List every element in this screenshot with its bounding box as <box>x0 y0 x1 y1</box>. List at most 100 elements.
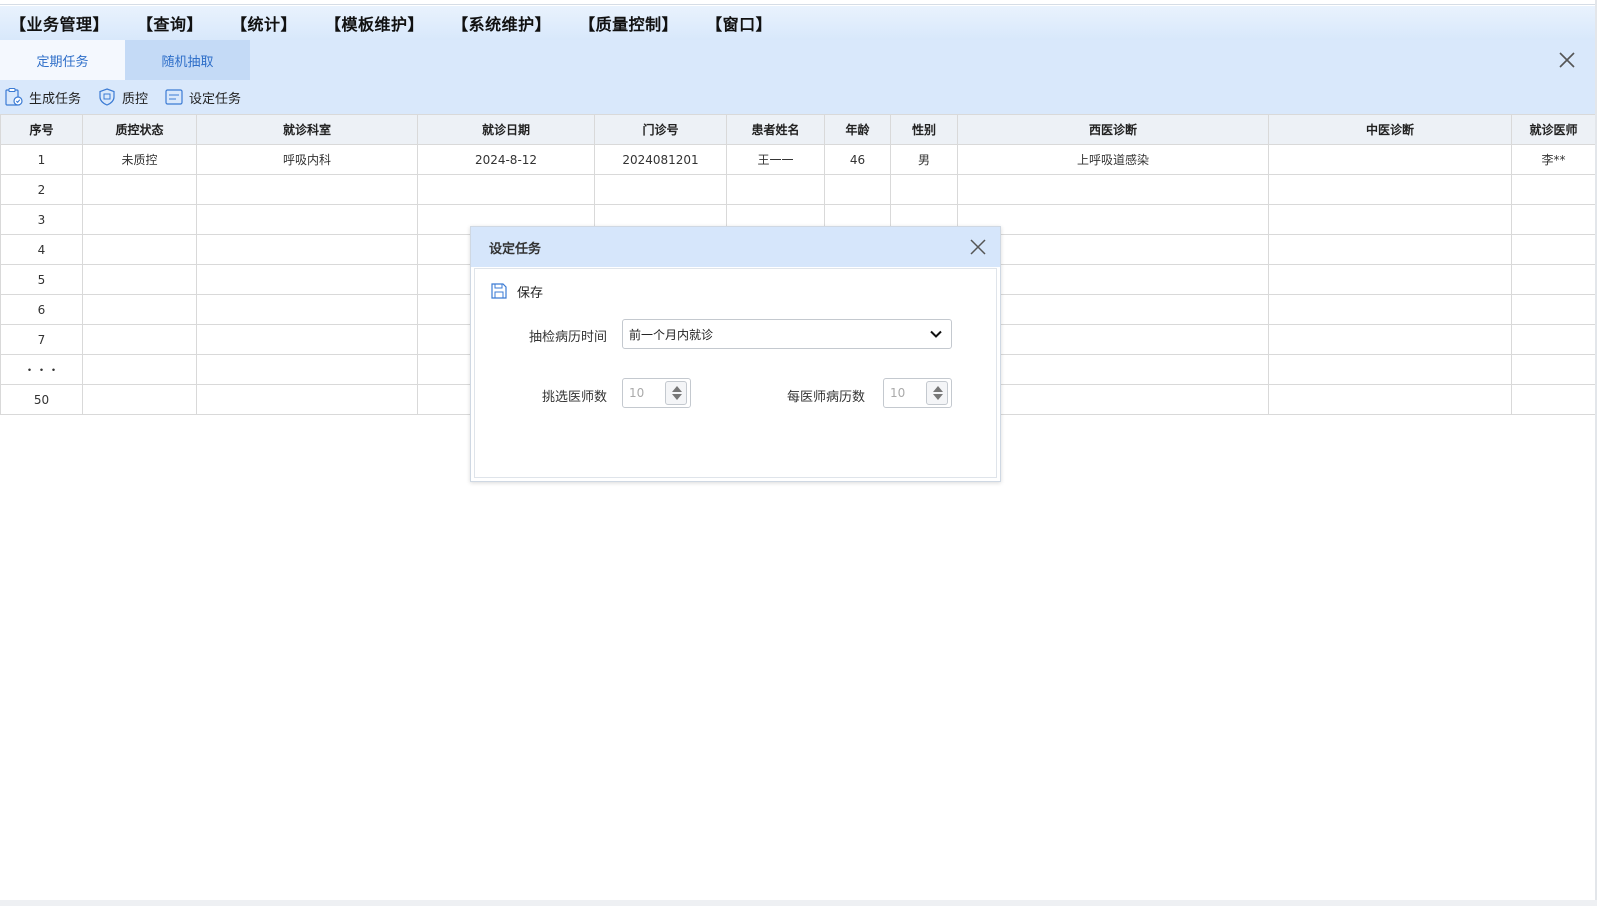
table-cell <box>1268 144 1512 175</box>
table-cell <box>1268 174 1512 205</box>
column-header-western-diagnosis[interactable]: 西医诊断 <box>957 114 1269 145</box>
table-cell <box>957 384 1269 415</box>
generate-task-label: 生成任务 <box>29 91 82 107</box>
stepper-arrows[interactable] <box>665 381 687 405</box>
save-icon <box>489 281 509 301</box>
table-cell <box>1511 264 1596 295</box>
stepper-up-icon[interactable] <box>933 386 943 392</box>
menu-system[interactable]: 【系统维护】 <box>452 11 551 35</box>
table-cell <box>196 324 418 355</box>
table-cell <box>1511 234 1596 265</box>
dialog-header: 设定任务 <box>471 227 1000 267</box>
table-cell <box>196 384 418 415</box>
table-cell <box>957 264 1269 295</box>
column-header-qc-status[interactable]: 质控状态 <box>82 114 197 145</box>
table-cell <box>417 174 595 205</box>
records-per-doctor-label: 每医师病历数 <box>786 390 865 405</box>
table-cell: 7 <box>0 324 83 355</box>
column-header-tcm-diagnosis[interactable]: 中医诊断 <box>1268 114 1512 145</box>
table-cell: 李** <box>1511 144 1596 175</box>
table-cell <box>1268 384 1512 415</box>
stepper-down-icon[interactable] <box>672 394 682 400</box>
table-cell <box>196 294 418 325</box>
list-form-icon <box>164 87 184 107</box>
table-cell: 2024081201 <box>594 144 727 175</box>
table-cell <box>1268 294 1512 325</box>
menu-query[interactable]: 【查询】 <box>137 11 203 35</box>
column-header-outpatient-no[interactable]: 门诊号 <box>594 114 727 145</box>
table-cell: 6 <box>0 294 83 325</box>
save-button[interactable]: 保存 <box>489 281 543 301</box>
menu-statistics[interactable]: 【统计】 <box>231 11 297 35</box>
table-cell <box>957 354 1269 385</box>
records-per-doctor-stepper[interactable]: 10 <box>883 378 952 408</box>
table-cell: 上呼吸道感染 <box>957 144 1269 175</box>
sample-time-select[interactable]: 前一个月内就诊 <box>622 319 952 349</box>
table-cell: 3 <box>0 204 83 235</box>
menu-template[interactable]: 【模板维护】 <box>325 11 424 35</box>
table-cell <box>1511 204 1596 235</box>
table-cell <box>82 234 197 265</box>
stepper-down-icon[interactable] <box>933 394 943 400</box>
records-per-doctor-value: 10 <box>890 386 906 400</box>
column-header-visit-date[interactable]: 就诊日期 <box>417 114 595 145</box>
table-row[interactable]: 2 <box>0 174 1596 205</box>
stepper-arrows[interactable] <box>926 381 948 405</box>
dialog-close-icon[interactable] <box>968 237 988 257</box>
menu-business[interactable]: 【业务管理】 <box>10 11 109 35</box>
dialog-title: 设定任务 <box>489 241 542 257</box>
table-cell <box>1268 204 1512 235</box>
table-cell <box>957 234 1269 265</box>
close-icon[interactable] <box>1557 50 1577 70</box>
table-cell: 50 <box>0 384 83 415</box>
table-cell: 2 <box>0 174 83 205</box>
column-header-sex[interactable]: 性别 <box>890 114 958 145</box>
table-cell <box>1268 234 1512 265</box>
table-cell <box>82 204 197 235</box>
column-header-doctor[interactable]: 就诊医师 <box>1511 114 1596 145</box>
tab-random-sample[interactable]: 随机抽取 <box>125 40 250 80</box>
table-cell <box>196 354 418 385</box>
quality-control-label: 质控 <box>122 91 149 107</box>
generate-task-button[interactable]: 生成任务 <box>4 87 81 107</box>
tab-bar: 定期任务 随机抽取 <box>0 40 1597 80</box>
table-cell <box>1511 174 1596 205</box>
table-cell <box>594 174 727 205</box>
table-cell: 王一一 <box>726 144 825 175</box>
doctor-count-label: 挑选医师数 <box>541 390 607 405</box>
bottom-bar <box>0 900 1597 906</box>
table-cell <box>890 174 958 205</box>
doctor-count-stepper[interactable]: 10 <box>622 378 691 408</box>
table-cell: 呼吸内科 <box>196 144 418 175</box>
sample-time-label: 抽检病历时间 <box>528 330 607 345</box>
table-cell: 男 <box>890 144 958 175</box>
table-cell <box>1268 324 1512 355</box>
menu-quality-control[interactable]: 【质量控制】 <box>579 11 678 35</box>
table-cell <box>957 174 1269 205</box>
set-task-button[interactable]: 设定任务 <box>164 87 241 107</box>
column-header-age[interactable]: 年龄 <box>824 114 891 145</box>
table-cell <box>196 264 418 295</box>
table-cell <box>82 324 197 355</box>
table-header-row: 序号 质控状态 就诊科室 就诊日期 门诊号 患者姓名 年龄 性别 西医诊断 中医… <box>0 114 1596 145</box>
tab-scheduled-task[interactable]: 定期任务 <box>0 40 125 80</box>
table-cell <box>82 264 197 295</box>
column-header-patient-name[interactable]: 患者姓名 <box>726 114 825 145</box>
table-cell <box>1511 294 1596 325</box>
table-cell <box>1511 354 1596 385</box>
doctor-count-value: 10 <box>629 386 645 400</box>
table-cell <box>82 174 197 205</box>
column-header-index[interactable]: 序号 <box>0 114 83 145</box>
table-row[interactable]: 1 未质控 呼吸内科 2024-8-12 2024081201 王一一 46 男上呼吸道感染 李… <box>0 144 1596 175</box>
table-cell <box>726 174 825 205</box>
column-header-department[interactable]: 就诊科室 <box>196 114 418 145</box>
stepper-up-icon[interactable] <box>672 386 682 392</box>
table-cell <box>824 174 891 205</box>
menu-window[interactable]: 【窗口】 <box>706 11 772 35</box>
top-border <box>0 0 1597 5</box>
table-cell: 5 <box>0 264 83 295</box>
table-cell <box>1511 384 1596 415</box>
toolbar: 生成任务 质控 设定任务 <box>0 80 1597 114</box>
table-cell: 46 <box>824 144 891 175</box>
quality-control-button[interactable]: 质控 <box>97 87 148 107</box>
